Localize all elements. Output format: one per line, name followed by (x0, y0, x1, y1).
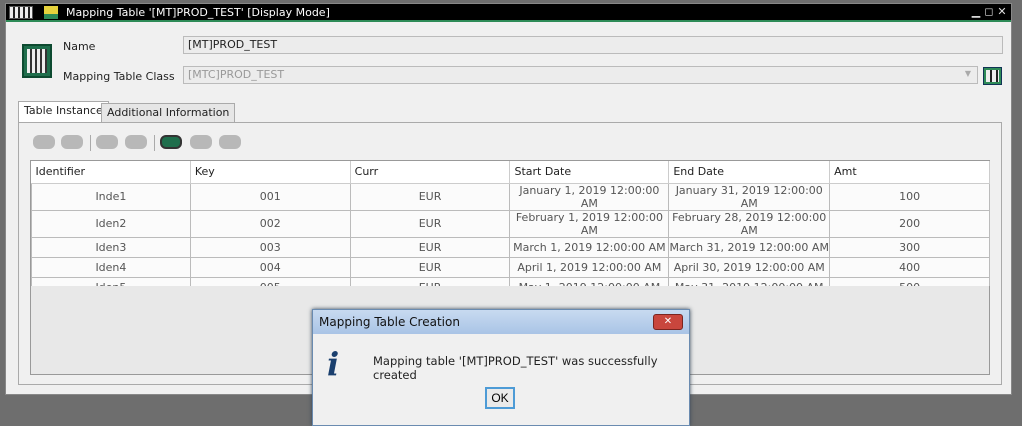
table-cell[interactable]: 001 (189, 182, 351, 211)
table-row[interactable]: Iden4 004 EUR April 1, 2019 12:00:00 AM Apri… (31, 256, 990, 278)
table-cell[interactable]: EUR (349, 256, 511, 278)
search-table-icon[interactable] (160, 135, 182, 149)
add-column-icon[interactable] (96, 135, 118, 149)
table-cell[interactable]: Iden4 (31, 256, 191, 278)
tab-table-instance[interactable]: Table Instance (18, 101, 109, 124)
table-cell[interactable]: February 28, 2019 12:00:00 AM (668, 209, 831, 238)
table-cell[interactable]: 002 (189, 209, 351, 238)
column-header[interactable]: Start Date (509, 161, 670, 184)
minimize-button[interactable]: ▁ (970, 5, 982, 18)
info-icon: i (327, 345, 340, 383)
column-header[interactable]: Amt (829, 161, 990, 184)
app-icon (9, 6, 33, 19)
table-cell[interactable]: EUR (349, 182, 511, 211)
close-button[interactable]: ✕ (996, 5, 1008, 18)
mapping-table-icon (22, 44, 52, 78)
title-bar: Mapping Table '[MT]PROD_TEST' [Display M… (6, 4, 1011, 22)
dialog-title: Mapping Table Creation (313, 310, 689, 334)
table-cell[interactable]: 004 (189, 256, 351, 278)
table-cell[interactable]: January 31, 2019 12:00:00 AM (668, 182, 831, 211)
table-cell[interactable]: EUR (349, 209, 511, 238)
search-row-icon[interactable] (190, 135, 212, 149)
dialog-close-button[interactable]: ✕ (653, 314, 683, 330)
table-cell[interactable]: Iden3 (31, 236, 191, 258)
table-row[interactable]: Inde1 001 EUR January 1, 2019 12:00:00 AM Ja… (31, 182, 990, 211)
dialog-message: Mapping table '[MT]PROD_TEST' was succes… (373, 354, 658, 382)
table-cell[interactable]: March 31, 2019 12:00:00 AM (668, 236, 831, 258)
class-label: Mapping Table Class (63, 70, 175, 83)
table-cell[interactable]: 100 (829, 182, 990, 211)
maximize-button[interactable]: ◻ (983, 5, 995, 18)
delete-row-icon[interactable] (61, 135, 83, 149)
table-cell[interactable]: April 1, 2019 12:00:00 AM (509, 256, 670, 278)
table-cell[interactable]: February 1, 2019 12:00:00 AM (509, 209, 670, 238)
table-cell[interactable]: Iden2 (31, 209, 191, 238)
search-column-icon[interactable] (219, 135, 241, 149)
column-header[interactable]: Key (190, 161, 351, 184)
table-cell[interactable]: January 1, 2019 12:00:00 AM (509, 182, 670, 211)
divider (154, 135, 155, 151)
class-select[interactable]: [MTC]PROD_TEST ▼ (183, 66, 978, 84)
divider (90, 135, 91, 151)
column-header[interactable]: Identifier (31, 161, 191, 184)
column-header[interactable]: End Date (668, 161, 831, 184)
add-row-icon[interactable] (33, 135, 55, 149)
column-header[interactable]: Curr (350, 161, 511, 184)
table-cell[interactable]: April 30, 2019 12:00:00 AM (668, 256, 831, 278)
table-cell[interactable]: EUR (349, 236, 511, 258)
creation-dialog: Mapping Table Creation ✕ i Mapping table… (312, 309, 690, 426)
chevron-down-icon: ▼ (964, 69, 971, 78)
class-picker-button[interactable] (983, 67, 1002, 85)
window-title: Mapping Table '[MT]PROD_TEST' [Display M… (66, 6, 330, 19)
class-value: [MTC]PROD_TEST (188, 68, 285, 81)
tab-additional-information[interactable]: Additional Information (101, 103, 236, 123)
table-cell[interactable]: March 1, 2019 12:00:00 AM (509, 236, 670, 258)
table-cell[interactable]: Inde1 (31, 182, 191, 211)
document-icon (44, 6, 58, 19)
delete-column-icon[interactable] (125, 135, 147, 149)
table-cell[interactable]: 200 (829, 209, 990, 238)
table-cell[interactable]: 400 (829, 256, 990, 278)
table-row[interactable]: Iden3 003 EUR March 1, 2019 12:00:00 AM Marc… (31, 236, 990, 258)
ok-button[interactable]: OK (485, 387, 515, 409)
table-cell[interactable]: 300 (829, 236, 990, 258)
name-field[interactable]: [MT]PROD_TEST (183, 36, 1003, 54)
table-row[interactable]: Iden2 002 EUR February 1, 2019 12:00:00 AM F… (31, 209, 990, 238)
table-cell[interactable]: 003 (189, 236, 351, 258)
name-label: Name (63, 40, 96, 53)
